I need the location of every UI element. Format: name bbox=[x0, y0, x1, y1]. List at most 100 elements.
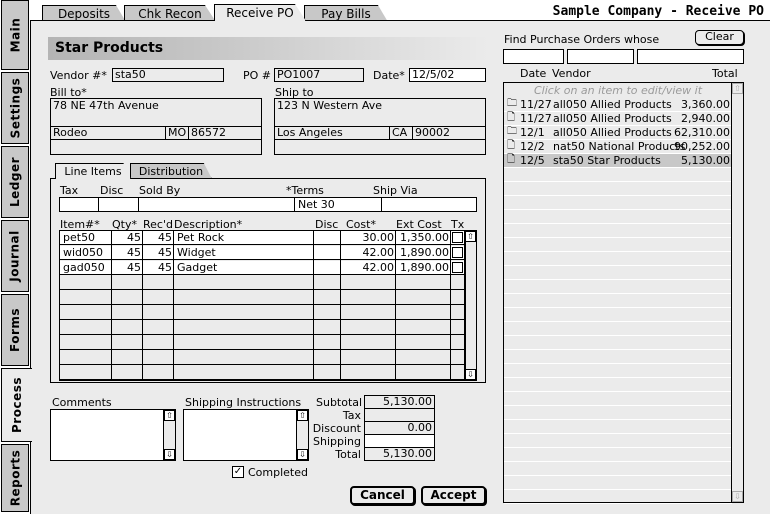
list-item[interactable] bbox=[504, 490, 732, 504]
list-item[interactable]: 🗋 11/27 all050 Allied Products 2,940.00 bbox=[504, 112, 732, 126]
list-item[interactable] bbox=[504, 406, 732, 420]
bill-to-extra-row[interactable] bbox=[51, 140, 261, 154]
disc-field[interactable] bbox=[99, 198, 139, 211]
tab-receive-po[interactable]: Receive PO bbox=[214, 4, 306, 21]
bill-to-address[interactable]: 78 NE 47th Avenue Rodeo MO 86572 bbox=[50, 98, 262, 155]
list-item[interactable] bbox=[504, 364, 732, 378]
list-item[interactable] bbox=[504, 294, 732, 308]
ship-to-street[interactable]: 123 N Western Ave bbox=[275, 99, 485, 127]
item-column bbox=[60, 231, 112, 380]
order-total: 5,130.00 bbox=[681, 154, 730, 167]
list-item[interactable] bbox=[504, 392, 732, 406]
po-number-field[interactable]: PO1007 bbox=[274, 68, 364, 82]
scroll-down-icon[interactable]: ⇩ bbox=[297, 449, 308, 460]
list-item[interactable] bbox=[504, 210, 732, 224]
comments-scrollbar[interactable]: ⇧ ⇩ bbox=[163, 410, 175, 460]
ship-to-address[interactable]: 123 N Western Ave Los Angeles CA 90002 bbox=[274, 98, 486, 155]
tx-column bbox=[451, 231, 465, 380]
list-item[interactable] bbox=[504, 378, 732, 392]
side-tab-ledger[interactable]: Ledger bbox=[1, 146, 29, 218]
side-tab-forms[interactable]: Forms bbox=[1, 294, 29, 366]
side-tab-journal[interactable]: Journal bbox=[1, 220, 29, 292]
cancel-button[interactable]: Cancel bbox=[350, 486, 415, 505]
line-items-panel: Tax Disc Sold By *Terms Ship Via Net 30 … bbox=[50, 178, 486, 383]
list-item[interactable] bbox=[504, 420, 732, 434]
vendor-label: Vendor #* bbox=[50, 69, 107, 82]
document-icon: 🗋 bbox=[507, 140, 516, 151]
order-total: 62,310.00 bbox=[674, 126, 730, 139]
ship-to-zip[interactable]: 90002 bbox=[412, 126, 487, 139]
list-date-header: Date bbox=[520, 67, 547, 80]
scroll-down-icon[interactable]: ⇩ bbox=[164, 449, 175, 460]
list-item[interactable] bbox=[504, 350, 732, 364]
list-item[interactable] bbox=[504, 252, 732, 266]
list-item[interactable] bbox=[504, 280, 732, 294]
bill-to-city[interactable]: Rodeo bbox=[53, 126, 87, 139]
clear-button[interactable]: Clear bbox=[695, 30, 744, 45]
terms-field[interactable]: Net 30 bbox=[295, 198, 382, 211]
scroll-up-icon[interactable]: ⇧ bbox=[732, 83, 743, 94]
list-vendor-header: Vendor bbox=[552, 67, 591, 80]
bill-to-state[interactable]: MO bbox=[165, 126, 187, 139]
bill-to-zip[interactable]: 86572 bbox=[188, 126, 263, 139]
list-item[interactable] bbox=[504, 224, 732, 238]
order-vendor: all050 Allied Products bbox=[553, 126, 672, 139]
order-list-scrollbar[interactable]: ⇧ ⇩ bbox=[731, 83, 743, 502]
list-item[interactable] bbox=[504, 308, 732, 322]
comments-textarea[interactable]: ⇧ ⇩ bbox=[50, 409, 176, 461]
side-tab-main[interactable]: Main bbox=[1, 0, 29, 70]
side-tab-settings[interactable]: Settings bbox=[1, 72, 29, 144]
vendor-number-field[interactable]: sta50 bbox=[112, 68, 224, 82]
find-field-2[interactable] bbox=[567, 49, 634, 64]
find-field-3[interactable] bbox=[637, 49, 744, 64]
shipping-value[interactable] bbox=[364, 434, 435, 448]
tax-field[interactable] bbox=[60, 198, 99, 211]
list-item[interactable] bbox=[504, 168, 732, 182]
ship-to-extra-row[interactable] bbox=[275, 140, 485, 154]
purchase-order-list[interactable]: Click on an item to edit/view it 🗀 11/27 a… bbox=[503, 82, 744, 504]
tab-label: Receive PO bbox=[226, 6, 294, 20]
ship-to-state[interactable]: CA bbox=[389, 126, 411, 139]
list-item[interactable] bbox=[504, 266, 732, 280]
scroll-up-icon[interactable]: ⇧ bbox=[164, 410, 175, 421]
completed-checkbox[interactable]: ✓ bbox=[232, 466, 244, 478]
folder-icon: 🗀 bbox=[507, 98, 517, 109]
list-item[interactable] bbox=[504, 196, 732, 210]
subtotal-label: Subtotal bbox=[316, 396, 363, 409]
ship-to-city[interactable]: Los Angeles bbox=[277, 126, 343, 139]
list-item[interactable]: 🗀 11/27 all050 Allied Products 3,360.00 bbox=[504, 98, 732, 112]
list-item[interactable] bbox=[504, 448, 732, 462]
list-item[interactable] bbox=[504, 476, 732, 490]
date-field[interactable]: 12/5/02 bbox=[409, 68, 486, 82]
scroll-down-icon[interactable]: ⇩ bbox=[465, 369, 476, 380]
list-item[interactable] bbox=[504, 462, 732, 476]
shipping-label: Shipping bbox=[313, 435, 361, 448]
scroll-up-icon[interactable]: ⇧ bbox=[465, 231, 476, 242]
disc-header: Disc bbox=[100, 184, 124, 197]
discount-label: Discount bbox=[312, 422, 361, 435]
sold-by-field[interactable] bbox=[139, 198, 295, 211]
accept-button[interactable]: Accept bbox=[421, 486, 486, 505]
ship-via-field[interactable] bbox=[382, 198, 478, 211]
tab-distribution[interactable]: Distribution bbox=[130, 163, 212, 179]
list-item[interactable] bbox=[504, 322, 732, 336]
scroll-up-icon[interactable]: ⇧ bbox=[297, 410, 308, 421]
list-item[interactable]: 🗋 12/5 sta50 Star Products 5,130.00 bbox=[504, 154, 732, 168]
side-tab-reports[interactable]: Reports bbox=[1, 444, 29, 512]
sold-by-header: Sold By bbox=[139, 184, 181, 197]
scroll-down-icon[interactable]: ⇩ bbox=[732, 491, 743, 502]
page-title: Sample Company - Receive PO bbox=[552, 4, 764, 19]
items-scrollbar[interactable]: ⇧ ⇩ bbox=[465, 231, 476, 380]
find-field-1[interactable] bbox=[503, 49, 564, 64]
list-item[interactable]: 🗀 12/1 all050 Allied Products 62,310.00 bbox=[504, 126, 732, 140]
list-item[interactable] bbox=[504, 434, 732, 448]
bill-to-street[interactable]: 78 NE 47th Avenue bbox=[51, 99, 261, 127]
list-item[interactable] bbox=[504, 238, 732, 252]
tab-line-items[interactable]: Line Items bbox=[55, 163, 131, 179]
list-item[interactable] bbox=[504, 336, 732, 350]
shipping-instructions-textarea[interactable]: ⇧ ⇩ bbox=[183, 409, 309, 461]
side-tab-process[interactable]: Process bbox=[1, 368, 32, 442]
date-label: Date* bbox=[373, 69, 405, 82]
list-item[interactable] bbox=[504, 182, 732, 196]
list-item[interactable]: 🗋 12/2 nat50 National Products 90,252.00 bbox=[504, 140, 732, 154]
